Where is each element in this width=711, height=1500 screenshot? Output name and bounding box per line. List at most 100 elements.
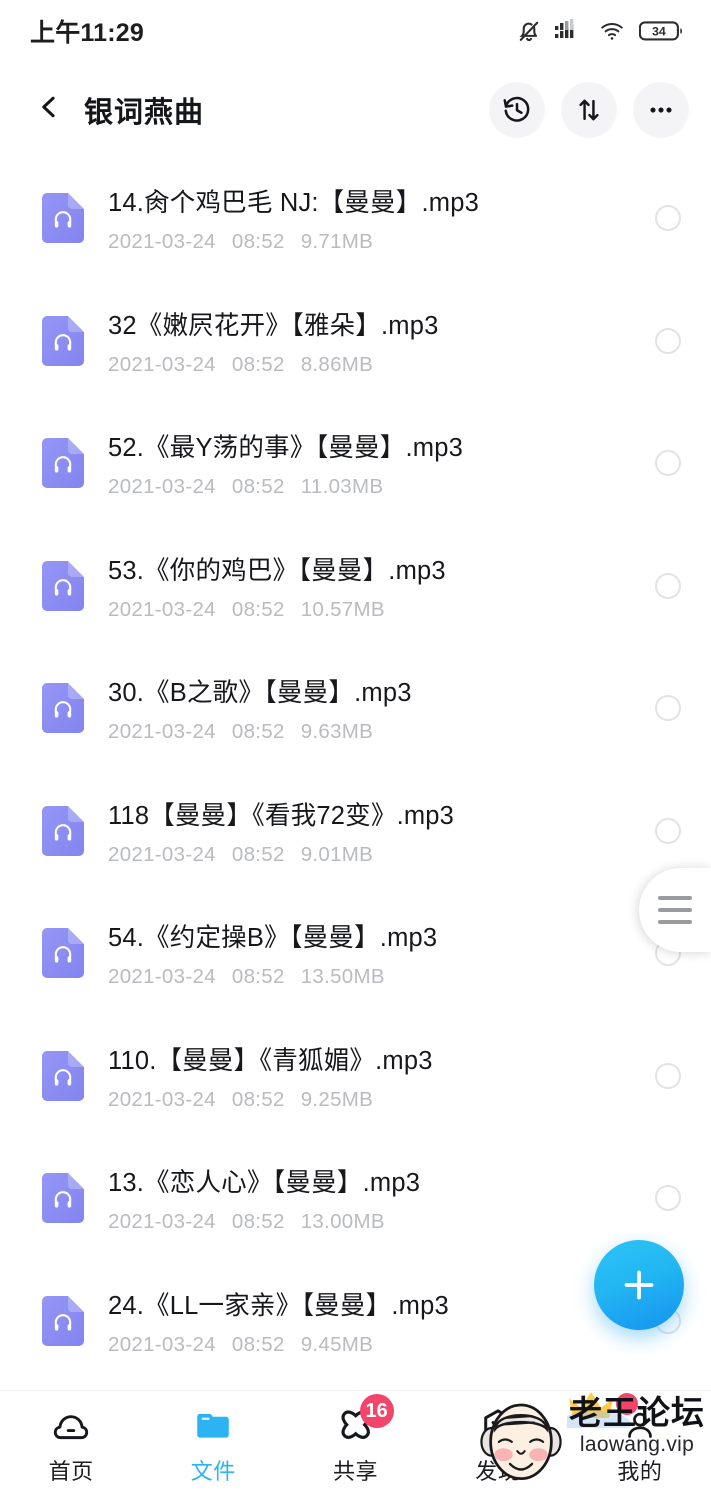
file-list[interactable]: 14.肏个鸡巴毛 NJ:【曼曼】.mp3 2021-03-24 08:52 9.71M… [0, 157, 711, 1390]
battery-icon: 34 [639, 19, 685, 43]
file-row[interactable]: 110.【曼曼】《青狐媚》.mp3 2021-03-24 08:52 9.25MB [0, 1015, 711, 1138]
file-meta: 2021-03-24 08:52 9.45MB [108, 1333, 637, 1357]
audio-file-icon [42, 1050, 84, 1101]
nav-item-home[interactable]: 首页 [0, 1391, 142, 1500]
file-size: 9.25MB [300, 1087, 374, 1111]
file-select-checkbox[interactable] [655, 1062, 681, 1089]
nav-label: 共享 [333, 1459, 379, 1484]
status-icon-group: 34 [516, 18, 685, 44]
file-select-checkbox[interactable] [655, 205, 681, 232]
page-title: 银词燕曲 [84, 96, 205, 129]
drag-handle-icon [658, 908, 692, 912]
audio-file-icon [42, 193, 84, 244]
more-horizontal-icon [646, 95, 676, 125]
audio-file-icon [42, 1173, 84, 1224]
bottom-navigation: 首页 文件 16 共享 发现 我的 [0, 1390, 711, 1500]
file-info: 52.《最Y荡的事》【曼曼】.mp3 2021-03-24 08:52 11.03MB [108, 427, 637, 499]
file-select-checkbox[interactable] [655, 572, 681, 599]
file-name: 52.《最Y荡的事》【曼曼】.mp3 [108, 434, 463, 463]
file-info: 118【曼曼】《看我72变》.mp3 2021-03-24 08:52 9.01MB [108, 795, 637, 867]
nav-item-mine[interactable]: 我的 [569, 1391, 711, 1500]
file-size: 9.63MB [300, 720, 374, 744]
chevron-left-icon [35, 91, 63, 128]
file-name: 30.《B之歌》【曼曼】.mp3 [108, 679, 412, 708]
file-time: 08:52 [231, 965, 285, 989]
bell-muted-icon [516, 18, 542, 44]
history-clock-icon [502, 95, 532, 125]
hexagon-chevron-icon [476, 1405, 520, 1445]
file-select-checkbox[interactable] [655, 327, 681, 354]
file-size: 9.01MB [300, 842, 374, 866]
file-date: 2021-03-24 [108, 230, 216, 254]
file-name: 24.《LL一家亲》【曼曼】.mp3 [108, 1291, 449, 1320]
file-row[interactable]: 54.《约定操B》【曼曼】.mp3 2021-03-24 08:52 13.50MB [0, 892, 711, 1015]
drag-handle-icon [658, 920, 692, 924]
more-button[interactable] [633, 81, 689, 138]
status-bar: 上午11:29 34 [0, 0, 711, 62]
file-info: 30.《B之歌》【曼曼】.mp3 2021-03-24 08:52 9.63MB [108, 672, 637, 744]
file-date: 2021-03-24 [108, 1087, 216, 1111]
file-info: 13.《恋人心》【曼曼】.mp3 2021-03-24 08:52 13.00MB [108, 1162, 637, 1234]
file-size: 13.50MB [300, 965, 385, 989]
nav-item-files[interactable]: 文件 [142, 1391, 284, 1500]
file-select-checkbox[interactable] [655, 1185, 681, 1212]
file-select-checkbox[interactable] [655, 695, 681, 722]
file-row[interactable]: 118【曼曼】《看我72变》.mp3 2021-03-24 08:52 9.01MB [0, 770, 711, 893]
folder-icon [191, 1405, 235, 1445]
history-button[interactable] [489, 81, 545, 138]
nav-item-discover[interactable]: 发现 [427, 1391, 569, 1500]
nav-item-share[interactable]: 16 共享 [284, 1391, 426, 1500]
file-date: 2021-03-24 [108, 720, 216, 744]
sort-button[interactable] [561, 81, 617, 138]
share-atom-icon: 16 [334, 1394, 394, 1445]
plus-icon [617, 1263, 661, 1307]
file-info: 110.【曼曼】《青狐媚》.mp3 2021-03-24 08:52 9.25MB [108, 1040, 637, 1112]
app-screen: 上午11:29 34 银词燕曲 14.肏个鸡巴毛 NJ:【曼曼】.mp3 202… [0, 0, 711, 1500]
file-info: 54.《约定操B》【曼曼】.mp3 2021-03-24 08:52 13.50MB [108, 917, 637, 989]
file-date: 2021-03-24 [108, 1332, 216, 1356]
file-meta: 2021-03-24 08:52 9.25MB [108, 1088, 637, 1112]
file-select-checkbox[interactable] [655, 450, 681, 477]
add-button[interactable] [594, 1240, 684, 1330]
file-row[interactable]: 13.《恋人心》【曼曼】.mp3 2021-03-24 08:52 13.00MB [0, 1137, 711, 1260]
file-size: 8.86MB [300, 352, 374, 376]
file-date: 2021-03-24 [108, 965, 216, 989]
file-row[interactable]: 52.《最Y荡的事》【曼曼】.mp3 2021-03-24 08:52 11.03MB [0, 402, 711, 525]
file-time: 08:52 [231, 597, 285, 621]
file-size: 11.03MB [300, 475, 384, 499]
file-name: 13.《恋人心》【曼曼】.mp3 [108, 1169, 421, 1198]
file-row[interactable]: 30.《B之歌》【曼曼】.mp3 2021-03-24 08:52 9.63MB [0, 647, 711, 770]
audio-file-icon [42, 315, 84, 366]
cellular-signal-icon [555, 19, 585, 43]
back-button[interactable] [28, 89, 70, 131]
file-name: 14.肏个鸡巴毛 NJ:【曼曼】.mp3 [108, 189, 479, 218]
file-info: 24.《LL一家亲》【曼曼】.mp3 2021-03-24 08:52 9.45MB [108, 1285, 637, 1357]
file-name: 54.《约定操B》【曼曼】.mp3 [108, 924, 438, 953]
file-select-checkbox[interactable] [655, 817, 681, 844]
file-meta: 2021-03-24 08:52 8.86MB [108, 353, 637, 377]
file-meta: 2021-03-24 08:52 9.01MB [108, 843, 637, 867]
file-info: 32《嫩屄花开》【雅朵】.mp3 2021-03-24 08:52 8.86MB [108, 305, 637, 377]
nav-label: 文件 [190, 1459, 236, 1484]
audio-file-icon [42, 928, 84, 979]
file-meta: 2021-03-24 08:52 10.57MB [108, 598, 637, 622]
file-size: 13.00MB [300, 1210, 385, 1234]
file-row[interactable]: 53.《你的鸡巴》【曼曼】.mp3 2021-03-24 08:52 10.57MB [0, 525, 711, 648]
file-row[interactable]: 14.肏个鸡巴毛 NJ:【曼曼】.mp3 2021-03-24 08:52 9.71M… [0, 157, 711, 280]
file-name: 118【曼曼】《看我72变》.mp3 [108, 801, 455, 830]
file-meta: 2021-03-24 08:52 9.63MB [108, 720, 637, 744]
file-meta: 2021-03-24 08:52 13.50MB [108, 965, 637, 989]
file-row[interactable]: 32《嫩屄花开》【雅朵】.mp3 2021-03-24 08:52 8.86MB [0, 280, 711, 403]
nav-label: 首页 [48, 1459, 94, 1484]
file-size: 9.71MB [300, 230, 374, 254]
file-info: 14.肏个鸡巴毛 NJ:【曼曼】.mp3 2021-03-24 08:52 9.71M… [108, 182, 637, 254]
nav-label: 我的 [617, 1459, 663, 1484]
file-time: 08:52 [231, 842, 285, 866]
file-time: 08:52 [231, 1210, 285, 1234]
file-date: 2021-03-24 [108, 597, 216, 621]
file-meta: 2021-03-24 08:52 13.00MB [108, 1210, 637, 1234]
wifi-icon [598, 19, 626, 43]
file-info: 53.《你的鸡巴》【曼曼】.mp3 2021-03-24 08:52 10.57MB [108, 550, 637, 622]
file-time: 08:52 [231, 475, 285, 499]
status-time: 上午11:29 [30, 19, 144, 47]
